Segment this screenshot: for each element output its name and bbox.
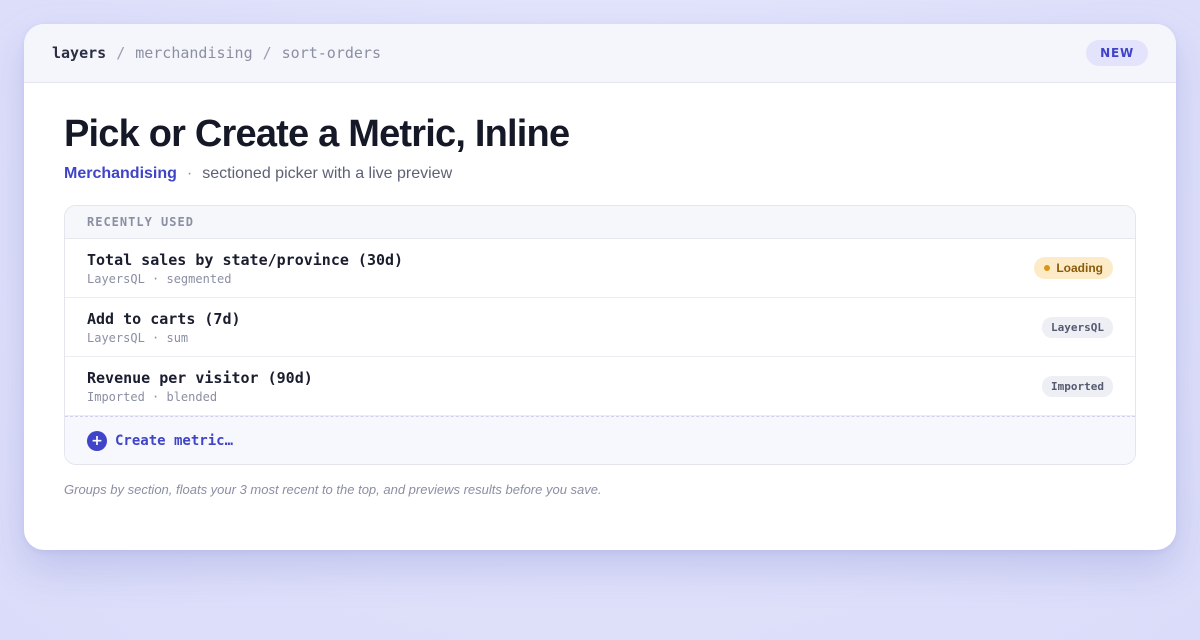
subtitle-separator: · [186,165,193,182]
breadcrumb-separator: / [262,44,272,62]
breadcrumb-separator: / [116,44,126,62]
helper-footnote: Groups by section, floats your 3 most re… [64,482,602,497]
metric-option-text: Add to carts (7d) LayersQL · sum [87,310,241,345]
section-header-recently-used: RECENTLY USED [65,206,1135,239]
plus-icon: + [87,430,107,451]
page-subtitle: Merchandising · sectioned picker with a … [64,165,1136,183]
metric-option-revenue-per-visitor[interactable]: Revenue per visitor (90d) Imported · ble… [65,357,1135,416]
source-badge: Imported [1042,375,1113,397]
metric-option-name: Revenue per visitor (90d) [87,368,313,387]
metric-option-name: Total sales by state/province (30d) [87,250,404,269]
metric-option-meta: Imported · blended [87,389,218,404]
subtitle-category: Merchandising [64,165,177,182]
metric-option-name: Add to carts (7d) [87,309,241,328]
loading-dot-icon [1044,265,1051,271]
source-badge: LayersQL [1042,316,1113,338]
loading-badge-label: Loading [1056,261,1103,275]
picker-card: layers / merchandising / sort-orders NEW… [24,24,1176,550]
top-bar: layers / merchandising / sort-orders NEW [24,24,1176,83]
metric-option-text: Total sales by state/province (30d) Laye… [87,251,403,286]
metric-picker: RECENTLY USED Total sales by state/provi… [64,205,1136,465]
create-metric-button[interactable]: + Create metric… [65,416,1135,464]
new-badge: NEW [1086,40,1148,66]
breadcrumb-merchandising[interactable]: merchandising [135,44,252,62]
breadcrumb: layers / merchandising / sort-orders [52,44,381,62]
breadcrumb-sort-orders[interactable]: sort-orders [282,44,381,62]
metric-option-meta: LayersQL · segmented [87,271,232,286]
subtitle-description: sectioned picker with a live preview [202,165,453,182]
metric-option-meta: LayersQL · sum [87,330,189,345]
breadcrumb-root[interactable]: layers [52,44,106,62]
metric-option-total-sales[interactable]: Total sales by state/province (30d) Laye… [65,239,1135,298]
page-title: Pick or Create a Metric, Inline [64,113,570,155]
metric-option-add-to-carts[interactable]: Add to carts (7d) LayersQL · sum LayersQ… [65,298,1135,357]
create-metric-label: Create metric… [115,432,234,449]
main-content: Pick or Create a Metric, Inline Merchand… [24,83,1176,465]
loading-badge: Loading [1034,257,1113,279]
metric-option-text: Revenue per visitor (90d) Imported · ble… [87,369,313,404]
